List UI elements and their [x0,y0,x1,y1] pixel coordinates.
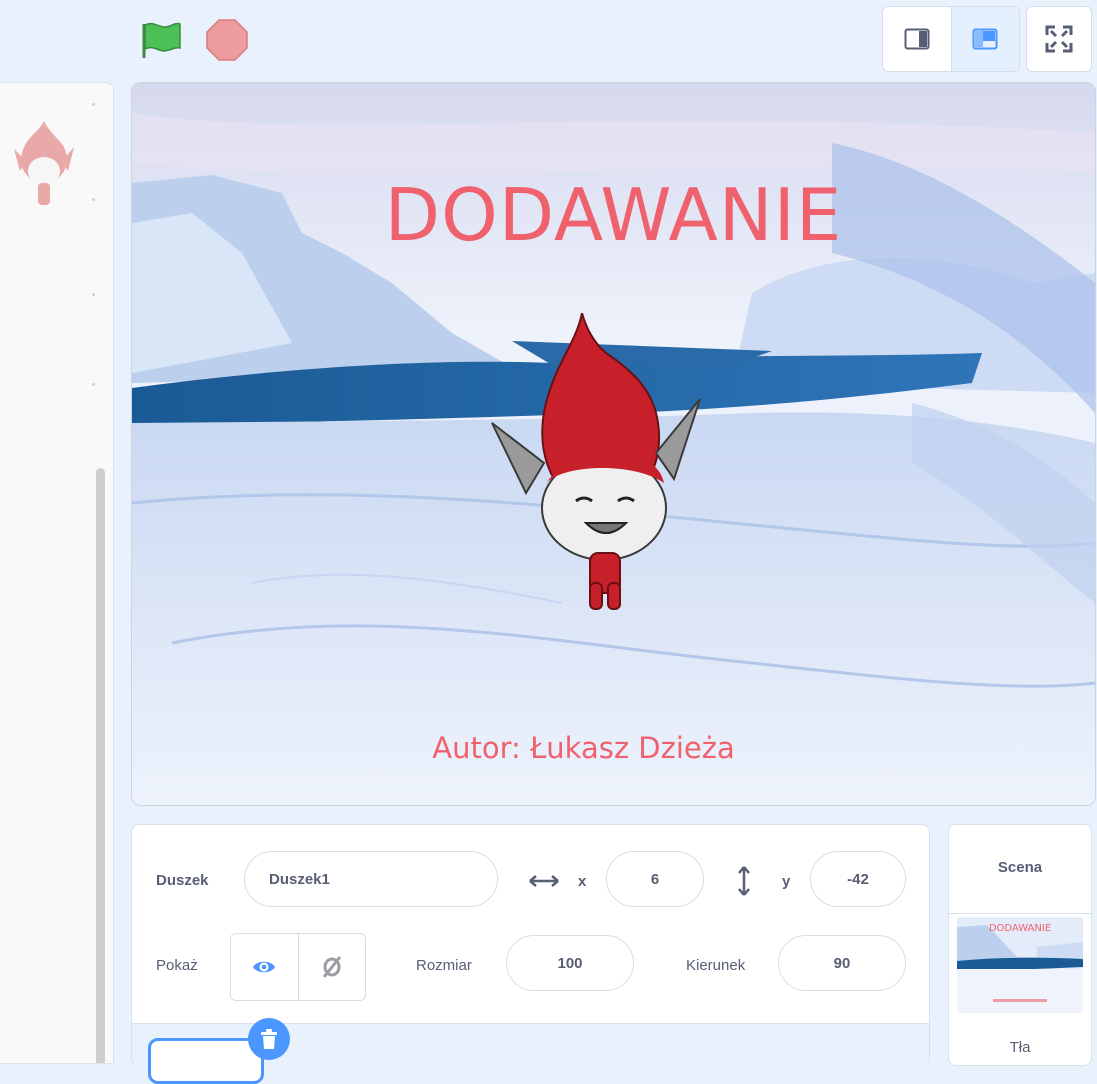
sprite-watermark-icon [14,121,74,205]
scene-title: Scena [997,859,1043,876]
small-stage-button[interactable] [883,7,952,71]
backdrop-thumbnail[interactable]: DODAWANIE [957,917,1083,1013]
show-visible-button[interactable] [231,934,299,1000]
stage[interactable]: DODAWANIE Autor: Łukasz Dzieża [131,82,1096,806]
backdrop-thumbnail-title: DODAWANIE [988,923,1052,934]
eye-icon [253,961,276,973]
grid-dot [92,103,95,106]
sprite-tile-selected[interactable] [148,1038,264,1084]
show-hidden-button[interactable] [299,934,366,1000]
delete-sprite-button[interactable] [248,1018,290,1060]
backdrops-label: Tła [1009,1039,1031,1056]
stage-author-text: Autor: Łukasz Dzieża [432,731,735,765]
normal-stage-icon [972,28,998,50]
y-label: y [782,873,791,890]
code-area-scrollbar[interactable] [96,468,105,1063]
sprite-list [132,1018,929,1084]
size-label: Rozmiar [416,957,472,974]
show-label: Pokaż [156,957,198,974]
grid-dot [92,293,95,296]
sprite-name-label: Duszek [156,872,209,889]
direction-label: Kierunek [686,957,746,974]
green-flag-icon[interactable] [140,18,184,62]
stage-title-text: DODAWANIE [384,173,843,257]
sprite-character[interactable] [486,313,706,613]
size-input[interactable]: 100 [506,935,634,991]
direction-input[interactable]: 90 [778,935,906,991]
x-input[interactable]: 6 [606,851,704,907]
fullscreen-button[interactable] [1026,6,1092,72]
y-input[interactable]: -42 [810,851,906,907]
x-arrows-icon [529,875,559,887]
stage-selector-panel: Scena DODAWANIE Tła [948,824,1092,1066]
y-arrows-icon [738,866,750,896]
fullscreen-icon [1045,25,1073,53]
small-stage-icon [904,28,930,50]
stage-toolbar [0,0,1097,80]
grid-dot [92,383,95,386]
hidden-eye-icon [322,956,341,978]
code-area[interactable] [0,82,114,1064]
grid-dot [92,198,95,201]
sprite-info-panel: Duszek Duszek1 x 6 y -42 Pokaż Rozmiar 1… [131,824,930,1084]
divider [949,913,1091,914]
trash-icon [261,1029,277,1049]
stop-icon[interactable] [205,18,249,62]
stage-layout-toggle [882,6,1020,72]
x-label: x [578,873,587,890]
sprite-name-input[interactable]: Duszek1 [244,851,498,907]
show-toggle [230,933,366,1001]
normal-stage-button[interactable] [951,7,1019,71]
